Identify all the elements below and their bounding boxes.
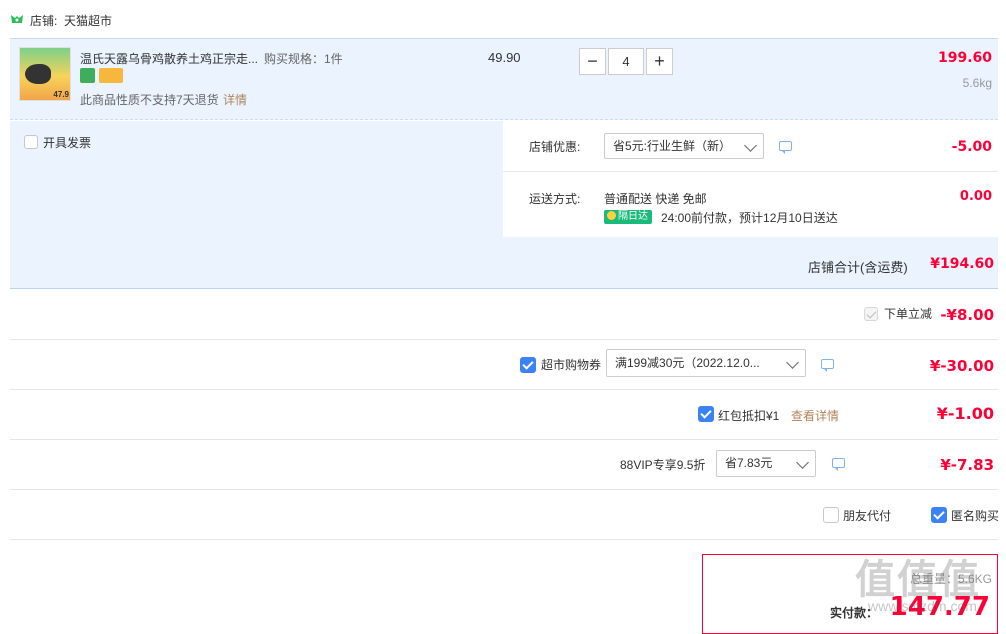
friend-pay-checkbox[interactable] xyxy=(823,507,839,523)
message-icon[interactable] xyxy=(832,458,845,471)
coupon-select[interactable]: 满199减30元（2022.12.0... xyxy=(606,349,806,377)
redpacket-detail-link[interactable]: 查看详情 xyxy=(791,407,839,424)
shipping-fee: 0.00 xyxy=(959,189,992,204)
redpacket-checkbox[interactable] xyxy=(698,406,714,422)
chevron-down-icon xyxy=(786,356,799,369)
badge-label: 隔日达 xyxy=(618,211,648,222)
decrease-button[interactable]: − xyxy=(579,48,606,75)
divider xyxy=(10,539,998,540)
item-detail-link[interactable]: 详情 xyxy=(223,91,247,108)
item-spec: 购买规格：1件 xyxy=(264,52,343,66)
shop-name[interactable]: 天猫超市 xyxy=(64,12,112,29)
shipping-eta: 24:00前付款，预计12月10日送达 xyxy=(661,211,838,225)
vip-amount: ¥-7.83 xyxy=(940,456,994,474)
chicken-icon xyxy=(25,64,51,84)
pay-value: 147.77 xyxy=(889,592,990,622)
shop-discount-select[interactable]: 省5元:行业生鲜（新） xyxy=(604,133,764,159)
quantity-stepper: − 4 + xyxy=(579,48,675,76)
item-title[interactable]: 温氏天露乌骨鸡散养土鸡正宗走... xyxy=(80,50,258,67)
vip-select[interactable]: 省7.83元 xyxy=(716,450,816,477)
service-icon xyxy=(80,68,95,83)
shop-label: 店铺: xyxy=(30,14,58,28)
item-weight: 5.6kg xyxy=(962,76,992,90)
shipping-method: 普通配送 快递 免邮 xyxy=(604,192,707,206)
coupon-amount: ¥-30.00 xyxy=(929,357,994,375)
shop-discount-amount: -5.00 xyxy=(951,139,992,155)
message-icon[interactable] xyxy=(821,359,834,372)
divider xyxy=(10,389,998,390)
redpacket-amount: ¥-1.00 xyxy=(936,404,994,423)
order-discount-label: 下单立减 xyxy=(884,307,933,321)
increase-button[interactable]: + xyxy=(646,48,673,75)
friend-pay-label[interactable]: 朋友代付 xyxy=(843,507,891,524)
shipping-label: 运送方式: xyxy=(529,192,581,206)
card-icon xyxy=(99,68,123,83)
divider xyxy=(10,439,998,440)
item-total: 199.60 xyxy=(937,50,992,66)
next-day-badge: 隔日达 xyxy=(604,210,652,224)
divider xyxy=(10,339,998,340)
anonymous-label[interactable]: 匿名购买 xyxy=(951,507,999,524)
shop-icon xyxy=(10,13,24,25)
vip-value: 省7.83元 xyxy=(725,456,773,470)
shop-total-value: ¥194.60 xyxy=(930,256,994,272)
shop-total-label: 店铺合计(含运费) xyxy=(808,260,908,275)
anonymous-checkbox[interactable] xyxy=(931,507,947,523)
chevron-down-icon xyxy=(796,456,809,469)
thumb-price: 47.9 xyxy=(53,90,69,99)
unit-price: 49.90 xyxy=(488,50,521,65)
shop-discount-value: 省5元:行业生鲜（新） xyxy=(613,139,732,153)
pay-label: 实付款： xyxy=(830,606,879,620)
divider xyxy=(10,489,998,490)
redpacket-label: 红包抵扣¥1 xyxy=(718,409,780,423)
order-discount-value: -¥8.00 xyxy=(940,306,994,324)
item-notice: 此商品性质不支持7天退货 xyxy=(80,93,219,107)
invoice-label[interactable]: 开具发票 xyxy=(43,134,91,151)
order-discount-checkbox xyxy=(864,307,878,321)
quantity-input[interactable]: 4 xyxy=(608,48,644,75)
coupon-value: 满199减30元（2022.12.0... xyxy=(615,356,760,370)
chevron-down-icon xyxy=(744,139,757,152)
item-thumbnail[interactable]: 47.9 xyxy=(19,47,71,101)
vip-label: 88VIP专享9.5折 xyxy=(620,458,706,472)
shop-discount-label: 店铺优惠: xyxy=(529,140,581,154)
message-icon[interactable] xyxy=(779,141,792,154)
divider xyxy=(503,171,998,172)
coupon-label: 超市购物券 xyxy=(541,358,602,372)
lightning-icon xyxy=(607,211,616,220)
invoice-checkbox[interactable] xyxy=(24,135,38,149)
coupon-checkbox[interactable] xyxy=(520,357,536,373)
total-weight: 总重量：5.6KG xyxy=(909,572,992,586)
